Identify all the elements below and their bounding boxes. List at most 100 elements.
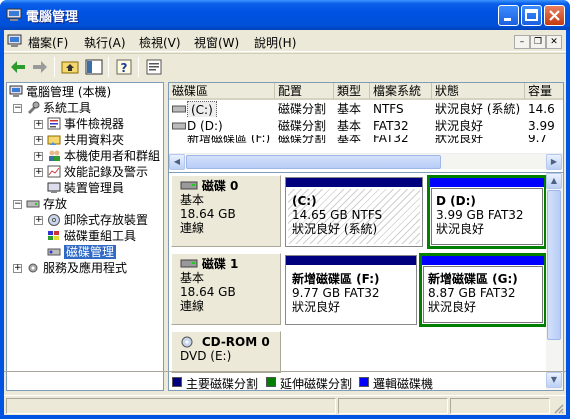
disk-type: 基本	[180, 193, 205, 207]
tree-item-removable-storage[interactable]: 卸除式存放裝置	[47, 212, 148, 228]
status-cell-3	[450, 398, 550, 414]
logical-drive-bar	[422, 256, 544, 265]
col-header-capacity[interactable]: 容量	[525, 83, 563, 100]
partition-f[interactable]: 新增磁碟區 (F:) 9.77 GB FAT32 狀況良好	[285, 255, 417, 325]
hard-disk-icon	[180, 259, 198, 268]
expander-local-users[interactable]: +	[34, 152, 43, 161]
disk-type: DVD (E:)	[180, 349, 232, 363]
cell-capacity: 9.7	[528, 135, 548, 143]
expander-removable[interactable]: +	[34, 216, 43, 225]
title-bar[interactable]: 電腦管理	[0, 0, 570, 30]
child-restore-button[interactable]: ❐	[530, 35, 546, 49]
partition-g[interactable]: 新增磁碟區 (G:) 8.87 GB FAT32 狀況良好	[419, 253, 547, 327]
forward-arrow-icon[interactable]	[30, 57, 50, 77]
scroll-up-button[interactable]: ▲	[546, 173, 562, 189]
disk-1-label[interactable]: 磁碟 1 基本 18.64 GB 連線	[171, 253, 281, 325]
scroll-thumb[interactable]	[547, 190, 561, 340]
properties-icon[interactable]	[144, 57, 164, 77]
disk-0-label[interactable]: 磁碟 0 基本 18.64 GB 連線	[171, 175, 281, 247]
minimize-button[interactable]	[498, 5, 519, 26]
tree-root-label: 電腦管理 (本機)	[26, 85, 112, 99]
tools-icon	[28, 101, 40, 114]
close-icon	[549, 10, 560, 21]
cell-layout: 磁碟分割	[278, 135, 327, 143]
services-icon	[28, 263, 38, 273]
col-header-volume[interactable]: 磁碟區	[169, 83, 275, 100]
drive-icon	[172, 122, 186, 130]
menu-action[interactable]: 執行(A)	[84, 34, 126, 51]
tree-label: 卸除式存放裝置	[64, 213, 149, 227]
scroll-left-button[interactable]: ◀	[169, 154, 185, 170]
scroll-right-button[interactable]: ▶	[546, 154, 562, 170]
scroll-thumb[interactable]	[186, 155, 441, 169]
status-bar	[4, 395, 566, 415]
menu-window[interactable]: 視窗(W)	[194, 34, 239, 51]
expander-event-viewer[interactable]: +	[34, 120, 43, 129]
tree-item-services[interactable]: 服務及應用程式	[26, 260, 127, 276]
disk-management-icon	[47, 248, 61, 256]
main-window: 電腦管理 檔案(F) 執行(A) 檢視(V) 視窗(W) 說明(H) – ❐ ✕	[0, 0, 570, 419]
cdrom-0-label[interactable]: CD-ROM 0 DVD (E:)	[171, 331, 281, 373]
table-row[interactable]: 新增磁碟區 (F:) 磁碟分割 基本 FAT32 狀況良好 9.7	[169, 135, 563, 143]
graph-vertical-scrollbar[interactable]: ▲ ▼	[546, 173, 563, 390]
cell-type: 基本	[337, 135, 362, 143]
menu-view[interactable]: 檢視(V)	[139, 34, 181, 51]
tree-item-disk-management[interactable]: 磁碟管理	[47, 244, 117, 260]
partition-label: D (D:)	[436, 194, 476, 208]
disk-name: CD-ROM 0	[201, 335, 270, 349]
col-header-type[interactable]: 類型	[334, 83, 370, 100]
defrag-icon	[48, 231, 59, 240]
tree-label: 事件檢視器	[64, 117, 125, 131]
tree-item-defrag[interactable]: 磁碟重組工具	[47, 228, 136, 244]
expander-system-tools[interactable]: −	[13, 104, 22, 113]
back-arrow-icon[interactable]	[8, 57, 28, 77]
up-folder-icon[interactable]	[60, 57, 80, 77]
child-minimize-button[interactable]: –	[514, 35, 530, 49]
tree-item-shared-folders[interactable]: 共用資料夾	[47, 132, 124, 148]
tree-item-system-tools[interactable]: 系統工具	[26, 100, 91, 116]
list-horizontal-scrollbar[interactable]: ◀ ▶	[169, 153, 563, 170]
table-row[interactable]: (C:) 磁碟分割 基本 NTFS 狀況良好 (系統) 14.6	[169, 101, 563, 117]
menu-help[interactable]: 說明(H)	[254, 34, 296, 51]
partition-c[interactable]: (C:) 14.65 GB NTFS 狀況良好 (系統)	[285, 177, 423, 247]
expander-perf-logs[interactable]: +	[34, 168, 43, 177]
tree-label: 本機使用者和群組	[64, 149, 161, 163]
child-close-button[interactable]: ✕	[546, 35, 562, 49]
cell-type: 基本	[337, 102, 362, 116]
cell-type: 基本	[337, 119, 362, 133]
disk-state: 連線	[180, 221, 205, 235]
cell-capacity: 3.99	[528, 119, 555, 133]
help-icon[interactable]: ?	[114, 57, 134, 77]
partition-d[interactable]: D (D:) 3.99 GB FAT32 狀況良好	[427, 175, 547, 249]
tree-root[interactable]: 電腦管理 (本機)	[9, 84, 111, 100]
close-button[interactable]	[544, 5, 565, 26]
status-cell-2	[338, 398, 448, 414]
menu-file[interactable]: 檔案(F)	[28, 34, 68, 51]
status-cell-main	[6, 398, 336, 414]
tree-label: 系統工具	[43, 101, 92, 115]
shared-folder-icon	[47, 135, 61, 145]
col-header-layout[interactable]: 配置	[275, 83, 334, 100]
partition-label: 新增磁碟區 (G:)	[428, 272, 518, 286]
tree-item-perf-logs[interactable]: 效能記錄及警示	[47, 164, 148, 180]
maximize-icon	[525, 9, 538, 21]
expander-shared-folders[interactable]: +	[34, 136, 43, 145]
maximize-button[interactable]	[521, 5, 542, 26]
tree-item-storage[interactable]: 存放	[26, 196, 67, 212]
tree-item-device-manager[interactable]: 裝置管理員	[47, 180, 124, 196]
tree-item-event-viewer[interactable]: 事件檢視器	[47, 116, 124, 132]
col-header-filesystem[interactable]: 檔案系統	[370, 83, 432, 100]
col-header-status[interactable]: 狀態	[432, 83, 525, 100]
expander-services[interactable]: +	[13, 264, 22, 273]
expander-storage[interactable]: −	[13, 200, 22, 209]
storage-icon	[26, 200, 40, 208]
partition-status: 狀況良好	[428, 300, 477, 314]
tree-item-local-users[interactable]: 本機使用者和群組	[47, 148, 160, 164]
tree-label: 存放	[43, 197, 68, 211]
table-row[interactable]: D (D:) 磁碟分割 基本 FAT32 狀況良好 3.99	[169, 118, 563, 134]
show-hide-tree-icon[interactable]	[84, 57, 104, 77]
mmc-window-icon[interactable]	[7, 34, 23, 48]
partition-label: 新增磁碟區 (F:)	[292, 272, 380, 286]
window-body: 檔案(F) 執行(A) 檢視(V) 視窗(W) 說明(H) – ❐ ✕ ? 電腦…	[4, 30, 566, 415]
resize-grip-icon[interactable]	[552, 402, 564, 414]
